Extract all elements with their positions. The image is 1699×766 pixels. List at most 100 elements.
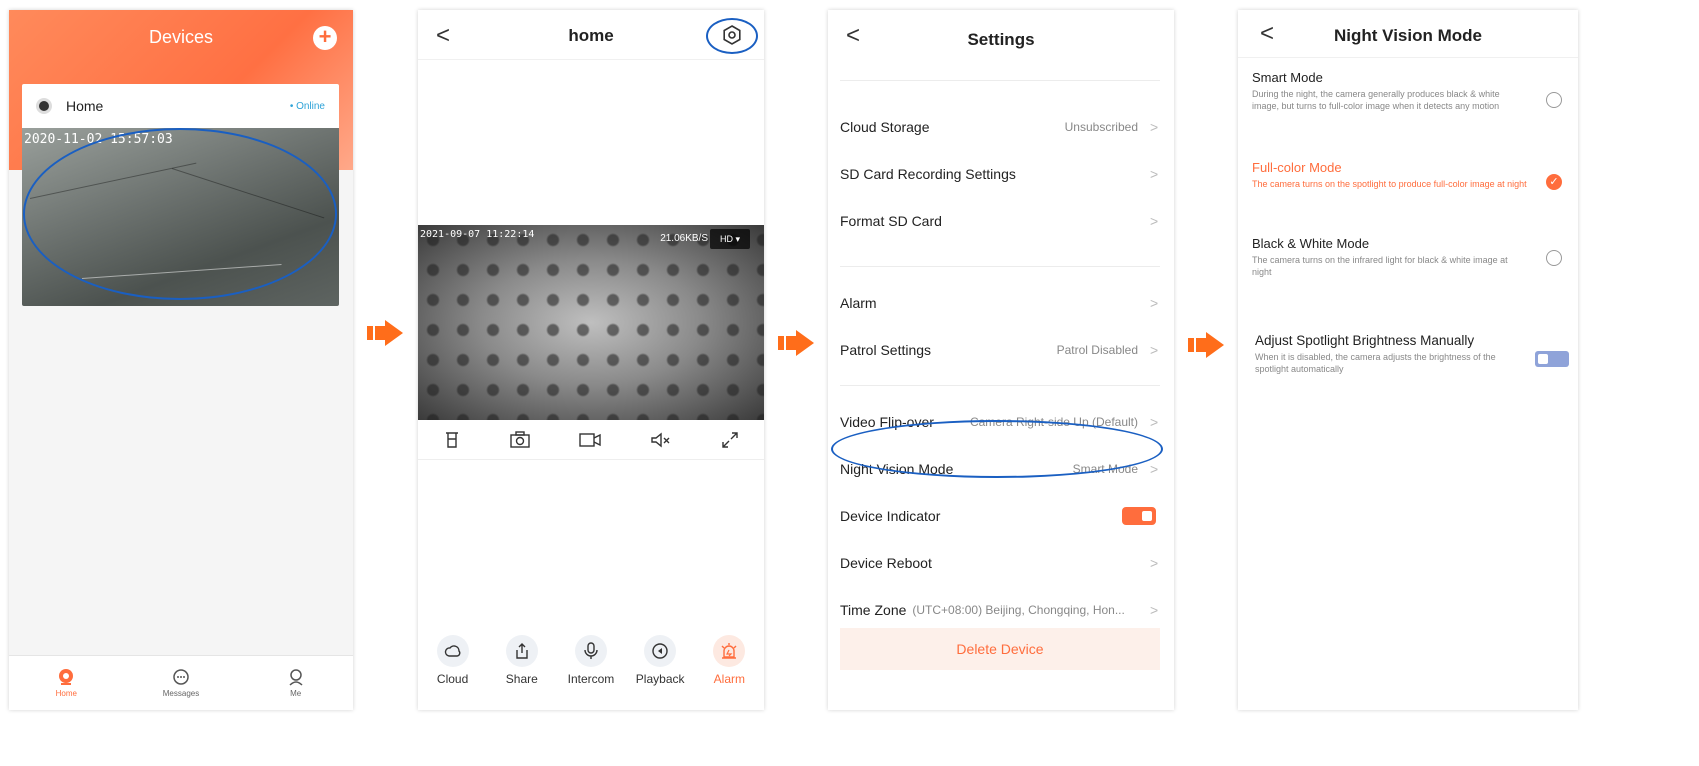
option-full-color-mode[interactable]: Full-color Mode The camera turns on the … — [1252, 160, 1562, 190]
page-title: Night Vision Mode — [1334, 26, 1482, 45]
chevron-right-icon: > — [1150, 294, 1159, 311]
setting-cloud-storage[interactable]: Cloud Storage Unsubscribed > — [840, 103, 1160, 150]
arrow-right-icon — [367, 320, 403, 346]
setting-device-indicator: Device Indicator — [840, 492, 1160, 539]
devices-screen: Devices + Home • Online 2020-11-02 15:57… — [9, 10, 353, 710]
share-icon — [505, 635, 538, 667]
live-view-screen: < home 2021-09-07 11:22:14 21.06KB/S HD … — [418, 10, 764, 710]
page-title: Settings — [967, 30, 1035, 49]
tab-label: Me — [290, 689, 302, 698]
alarm-button[interactable]: Alarm — [699, 635, 759, 686]
setting-label: Cloud Storage — [840, 118, 930, 135]
chevron-right-icon: > — [1150, 165, 1159, 182]
setting-patrol[interactable]: Patrol Settings Patrol Disabled > — [840, 326, 1160, 373]
nav-bar: < Night Vision Mode — [1238, 10, 1578, 58]
option-title: Full-color Mode — [1252, 160, 1342, 175]
video-content — [418, 225, 764, 420]
setting-label: Time Zone — [840, 601, 907, 618]
playback-icon — [644, 635, 677, 667]
nav-bar: < Settings — [828, 10, 1174, 60]
settings-screen: < Settings Cloud Storage Unsubscribed > … — [828, 10, 1174, 710]
chevron-right-icon: > — [1150, 212, 1159, 229]
fullscreen-icon[interactable] — [721, 431, 739, 449]
highlight-ellipse — [23, 128, 337, 300]
chevron-right-icon: > — [1150, 554, 1159, 571]
device-name: Home — [66, 98, 104, 114]
settings-list: Cloud Storage Unsubscribed > SD Card Rec… — [840, 80, 1160, 633]
check-icon[interactable]: ✓ — [1546, 174, 1562, 190]
status-badge: • Online — [289, 100, 325, 112]
setting-format-sd[interactable]: Format SD Card > — [840, 197, 1160, 244]
arrow-right-icon — [778, 330, 814, 356]
bottom-tabbar: Home Messages Me — [9, 655, 353, 710]
setting-value: Patrol Disabled — [1056, 342, 1138, 357]
option-description: The camera turns on the infrared light f… — [1252, 255, 1508, 277]
playback-button[interactable]: Playback — [630, 635, 690, 686]
me-icon — [289, 669, 303, 686]
spotlight-title: Adjust Spotlight Brightness Manually — [1255, 333, 1475, 348]
quality-select[interactable]: HD ▾ — [710, 229, 750, 249]
option-description: The camera turns on the spotlight to pro… — [1252, 179, 1527, 189]
spotlight-toggle[interactable] — [1535, 351, 1569, 367]
chevron-right-icon: > — [1150, 601, 1159, 618]
setting-device-reboot[interactable]: Device Reboot > — [840, 539, 1160, 586]
tab-home[interactable]: Home — [9, 656, 124, 710]
tab-me[interactable]: Me — [238, 656, 353, 710]
setting-time-zone[interactable]: Time Zone (UTC+08:00) Beijing, Chongqing… — [840, 586, 1160, 633]
tab-messages[interactable]: Messages — [124, 656, 239, 710]
messages-icon — [173, 669, 189, 685]
action-label: Share — [505, 672, 538, 686]
arrow-right-icon — [1188, 332, 1224, 358]
bitrate-readout: 21.06KB/S — [660, 233, 708, 244]
action-label: Intercom — [567, 672, 615, 686]
snapshot-icon[interactable] — [510, 430, 530, 449]
chevron-right-icon: > — [1150, 341, 1159, 358]
alarm-icon — [713, 635, 746, 667]
home-icon — [59, 669, 74, 685]
setting-sd-recording[interactable]: SD Card Recording Settings > — [840, 150, 1160, 197]
intercom-button[interactable]: Intercom — [561, 635, 621, 686]
record-icon[interactable] — [579, 431, 601, 449]
highlight-ellipse — [706, 18, 758, 54]
radio-button[interactable] — [1546, 250, 1562, 266]
video-controls — [418, 420, 764, 460]
spotlight-setting: Adjust Spotlight Brightness Manually Whe… — [1255, 333, 1569, 375]
night-vision-screen: < Night Vision Mode Smart Mode During th… — [1238, 10, 1578, 710]
chevron-right-icon: > — [1150, 413, 1159, 430]
live-video[interactable]: 2021-09-07 11:22:14 21.06KB/S HD ▾ — [418, 225, 764, 420]
page-title: Devices — [148, 27, 214, 47]
share-button[interactable]: Share — [492, 635, 552, 686]
ptz-icon[interactable] — [443, 431, 461, 449]
add-device-button[interactable]: + — [313, 26, 337, 50]
setting-label: Patrol Settings — [840, 341, 932, 358]
setting-label: Alarm — [840, 294, 877, 311]
action-bar: Cloud Share Intercom Playback Alarm — [418, 635, 764, 686]
radio-button[interactable] — [1546, 92, 1562, 108]
setting-alarm[interactable]: Alarm > — [840, 279, 1160, 326]
delete-device-button[interactable]: Delete Device — [840, 628, 1160, 670]
spotlight-description: When it is disabled, the camera adjusts … — [1255, 352, 1496, 374]
option-black-white-mode[interactable]: Black & White Mode The camera turns on t… — [1252, 236, 1562, 278]
mute-icon[interactable] — [650, 431, 672, 449]
option-description: During the night, the camera generally p… — [1252, 89, 1500, 111]
setting-label: Format SD Card — [840, 212, 942, 229]
cloud-icon — [436, 635, 469, 667]
highlight-ellipse — [831, 420, 1163, 478]
device-card-header: Home • Online — [22, 84, 339, 128]
setting-label: Device Reboot — [840, 554, 932, 571]
microphone-icon — [574, 635, 607, 667]
setting-label: SD Card Recording Settings — [840, 165, 1016, 182]
cloud-button[interactable]: Cloud — [423, 635, 483, 686]
chevron-right-icon: > — [1150, 460, 1159, 477]
indicator-toggle[interactable] — [1122, 506, 1156, 525]
setting-label: Device Indicator — [840, 507, 941, 524]
option-smart-mode[interactable]: Smart Mode During the night, the camera … — [1252, 70, 1562, 112]
camera-icon — [36, 98, 52, 114]
setting-value: (UTC+08:00) Beijing, Chongqing, Hon... — [912, 602, 1125, 617]
video-timestamp: 2021-09-07 11:22:14 — [420, 229, 535, 240]
tab-label: Home — [55, 689, 77, 698]
chevron-right-icon: > — [1150, 118, 1159, 135]
action-label: Playback — [635, 672, 685, 686]
option-title: Smart Mode — [1252, 70, 1323, 85]
option-title: Black & White Mode — [1252, 236, 1370, 251]
